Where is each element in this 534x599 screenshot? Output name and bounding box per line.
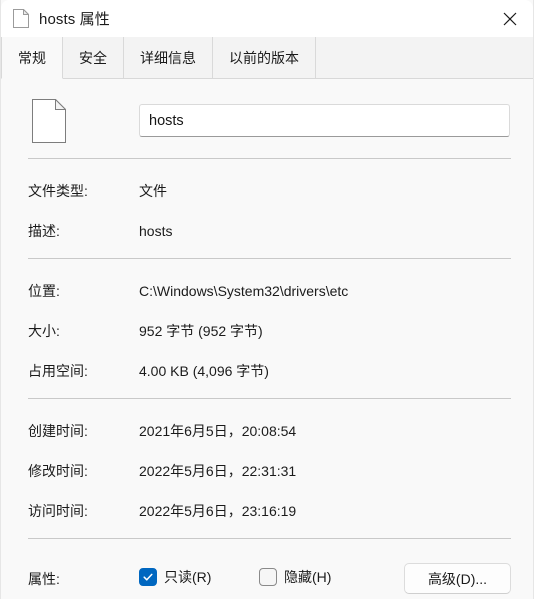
filename-input[interactable] <box>139 104 510 137</box>
tab-security[interactable]: 安全 <box>63 37 124 78</box>
file-properties-window: hosts 属性 常规 安全 详细信息 以前的版本 hosts 文件类型: 文件… <box>0 0 534 599</box>
tab-previous-versions[interactable]: 以前的版本 <box>213 37 316 78</box>
row-modified: 修改时间: 2022年5月6日，22:31:31 <box>1 461 533 481</box>
tab-details-label: 详细信息 <box>140 49 196 66</box>
divider-2 <box>28 258 511 259</box>
modified-value: 2022年5月6日，22:31:31 <box>139 463 297 479</box>
row-created: 创建时间: 2021年6月5日，20:08:54 <box>1 421 533 441</box>
row-file-type: 文件类型: 文件 <box>1 181 533 201</box>
checkbox-unchecked-icon <box>259 568 277 586</box>
close-icon <box>503 12 517 25</box>
row-description: 描述: hosts <box>1 221 533 241</box>
divider-3 <box>28 398 511 399</box>
tab-previous-versions-label: 以前的版本 <box>229 49 299 66</box>
modified-label: 修改时间: <box>28 463 88 479</box>
title-bar: hosts 属性 <box>1 0 533 37</box>
divider-4 <box>28 538 511 539</box>
tab-strip-filler <box>316 37 533 78</box>
advanced-button[interactable]: 高级(D)... <box>404 563 511 594</box>
row-location: 位置: C:\Windows\System32\drivers\etc <box>1 281 533 301</box>
accessed-label: 访问时间: <box>28 503 88 519</box>
readonly-checkbox[interactable]: 只读(R) <box>139 567 211 587</box>
divider-1 <box>28 158 511 159</box>
file-type-label: 文件类型: <box>28 183 88 199</box>
tab-general[interactable]: 常规 <box>1 37 63 79</box>
file-type-value: 文件 <box>139 183 167 199</box>
attributes-row: 属性: 只读(R) 隐藏(H) 高级(D)... <box>1 562 533 596</box>
document-icon <box>13 9 29 28</box>
row-size-on-disk: 占用空间: 4.00 KB (4,096 字节) <box>1 361 533 381</box>
hidden-label: 隐藏(H) <box>284 569 332 585</box>
attributes-label: 属性: <box>28 571 60 587</box>
location-label: 位置: <box>28 283 60 299</box>
size-on-disk-label: 占用空间: <box>28 363 88 379</box>
location-value: C:\Windows\System32\drivers\etc <box>139 283 349 299</box>
readonly-label: 只读(R) <box>164 569 212 585</box>
description-label: 描述: <box>28 223 60 239</box>
created-label: 创建时间: <box>28 423 88 439</box>
close-button[interactable] <box>487 0 533 37</box>
tab-security-label: 安全 <box>79 49 107 66</box>
general-tab-panel: 文件类型: 文件 描述: hosts 位置: C:\Windows\System… <box>1 79 533 599</box>
accessed-value: 2022年5月6日，23:16:19 <box>139 503 297 519</box>
tab-general-label: 常规 <box>18 49 46 66</box>
size-on-disk-value: 4.00 KB (4,096 字节) <box>139 363 269 379</box>
window-title: hosts 属性 <box>39 11 110 28</box>
size-value: 952 字节 (952 字节) <box>139 323 263 339</box>
blank-document-icon <box>32 99 66 143</box>
created-value: 2021年6月5日，20:08:54 <box>139 423 297 439</box>
row-size: 大小: 952 字节 (952 字节) <box>1 321 533 341</box>
row-accessed: 访问时间: 2022年5月6日，23:16:19 <box>1 501 533 521</box>
tab-details[interactable]: 详细信息 <box>124 37 213 78</box>
tab-strip: 常规 安全 详细信息 以前的版本 <box>1 37 533 79</box>
hidden-checkbox[interactable]: 隐藏(H) <box>259 567 331 587</box>
size-label: 大小: <box>28 323 60 339</box>
checkbox-checked-icon <box>139 568 157 586</box>
description-value: hosts <box>139 223 173 239</box>
file-header <box>1 94 533 154</box>
